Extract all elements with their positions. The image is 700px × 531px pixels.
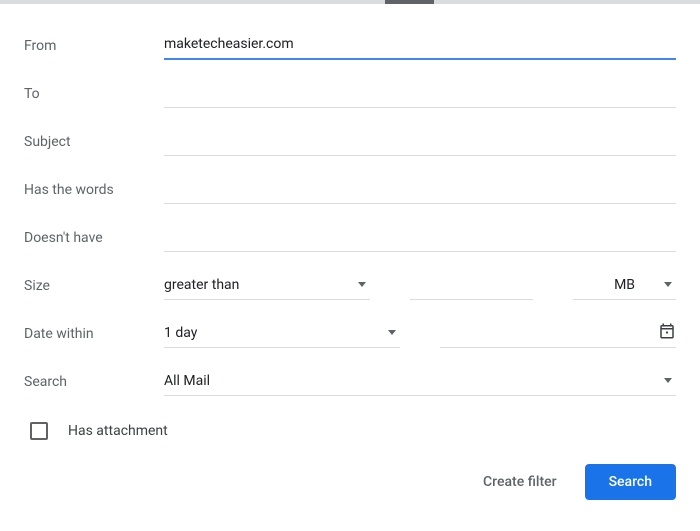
date-within-value: 1 day [164,325,197,341]
date-within-label: Date within [24,326,164,342]
date-within-row: Date within 1 day [24,310,676,358]
search-scope-label: Search [24,374,164,390]
from-label: From [24,38,164,54]
create-filter-button[interactable]: Create filter [479,466,561,498]
to-label: To [24,86,164,102]
subject-label: Subject [24,134,164,150]
search-scope-select[interactable]: All Mail [164,369,676,396]
chevron-down-icon [664,282,672,287]
size-unit-select[interactable]: MB [573,273,676,300]
has-attachment-row: Has attachment [24,406,676,440]
date-within-select[interactable]: 1 day [164,321,400,348]
search-filter-panel: From To Subject Has the words Doesn't ha… [0,4,700,440]
chevron-down-icon [358,282,366,287]
from-input[interactable] [164,32,676,60]
doesnt-have-row: Doesn't have [24,214,676,262]
footer: Create filter Search [0,440,700,520]
size-unit-value: MB [614,277,635,293]
has-words-label: Has the words [24,182,164,198]
search-scope-value: All Mail [164,373,210,389]
search-button[interactable]: Search [585,464,676,500]
from-row: From [24,22,676,70]
doesnt-have-input[interactable] [164,225,676,252]
doesnt-have-label: Doesn't have [24,230,164,246]
size-amount-input[interactable] [410,273,533,300]
subject-row: Subject [24,118,676,166]
size-operator-select[interactable]: greater than [164,273,370,300]
has-attachment-checkbox[interactable] [30,422,48,440]
subject-input[interactable] [164,129,676,156]
size-row: Size greater than MB [24,262,676,310]
chevron-down-icon [664,378,672,383]
date-picker-field[interactable] [440,321,676,348]
to-row: To [24,70,676,118]
has-words-row: Has the words [24,166,676,214]
size-label: Size [24,278,164,294]
has-attachment-label: Has attachment [68,423,168,439]
has-words-input[interactable] [164,177,676,204]
to-input[interactable] [164,81,676,108]
calendar-icon [658,322,676,340]
size-operator-value: greater than [164,277,239,293]
search-scope-row: Search All Mail [24,358,676,406]
chevron-down-icon [388,330,396,335]
